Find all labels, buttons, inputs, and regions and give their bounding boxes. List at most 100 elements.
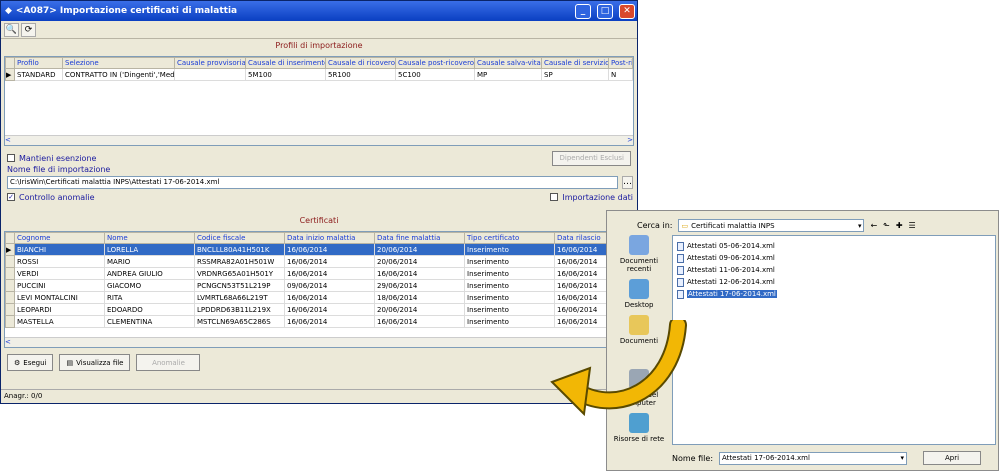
visualizza-file-button[interactable]: ▤ Visualizza file: [59, 354, 131, 371]
col-header[interactable]: Causale post-ricovero: [395, 57, 475, 69]
refresh-icon[interactable]: ⟳: [21, 23, 36, 37]
col-header[interactable]: Cognome: [14, 232, 105, 244]
cell[interactable]: RSSMRA82A01H501W: [194, 255, 285, 268]
list-item-selected[interactable]: Attestati 17-06-2014.xml: [677, 288, 991, 300]
cell[interactable]: MARIO: [104, 255, 195, 268]
cell[interactable]: MP: [474, 68, 542, 81]
cell[interactable]: 16/06/2014: [284, 315, 375, 328]
col-header[interactable]: Causale provvisoria: [174, 57, 246, 69]
list-item[interactable]: Attestati 05-06-2014.xml: [677, 240, 991, 252]
place-recent[interactable]: Documenti recenti: [611, 235, 667, 273]
cell[interactable]: 16/06/2014: [374, 267, 465, 280]
nome-file-input[interactable]: C:\IrisWin\Certificati malattia INPS\Att…: [7, 175, 618, 189]
cell[interactable]: VERDI: [14, 267, 105, 280]
cell[interactable]: 09/06/2014: [284, 279, 375, 292]
list-item[interactable]: Attestati 12-06-2014.xml: [677, 276, 991, 288]
certificati-grid[interactable]: Cognome Nome Codice fiscale Data inizio …: [4, 231, 634, 348]
chevron-down-icon[interactable]: ▾: [858, 222, 862, 230]
minimize-button[interactable]: _: [575, 3, 591, 19]
col-header[interactable]: Data fine malattia: [374, 232, 465, 244]
up-folder-icon[interactable]: ⬑: [883, 221, 890, 230]
table-row[interactable]: ▶ BIANCHI LORELLA BNCLLL80A41H501K 16/06…: [5, 243, 633, 256]
cell[interactable]: Inserimento: [464, 303, 555, 316]
horizontal-scrollbar[interactable]: <>: [5, 135, 633, 145]
cell[interactable]: 16/06/2014: [284, 255, 375, 268]
cell[interactable]: 20/06/2014: [374, 243, 465, 256]
cell[interactable]: N: [608, 68, 633, 81]
cell[interactable]: Inserimento: [464, 255, 555, 268]
esegui-button[interactable]: ⚙ Esegui: [7, 354, 54, 371]
cell[interactable]: 16/06/2014: [284, 291, 375, 304]
col-header[interactable]: Selezione: [62, 57, 175, 69]
cell[interactable]: 16/06/2014: [284, 243, 375, 256]
col-header[interactable]: Causale di ricovero: [325, 57, 396, 69]
cell[interactable]: MASTELLA: [14, 315, 105, 328]
cell[interactable]: 5C100: [395, 68, 475, 81]
cell[interactable]: LVMRTL68A66L219T: [194, 291, 285, 304]
table-row[interactable]: MASTELLA CLEMENTINA MSTCLN69A65C286S 16/…: [5, 315, 633, 328]
cell[interactable]: Inserimento: [464, 279, 555, 292]
cell[interactable]: 20/06/2014: [374, 255, 465, 268]
file-list[interactable]: Attestati 05-06-2014.xml Attestati 09-06…: [672, 235, 996, 445]
cell[interactable]: Inserimento: [464, 243, 555, 256]
browse-icon[interactable]: …: [622, 175, 633, 189]
list-item[interactable]: Attestati 11-06-2014.xml: [677, 264, 991, 276]
close-button[interactable]: ✕: [619, 3, 635, 19]
cell[interactable]: 16/06/2014: [374, 315, 465, 328]
cell[interactable]: 20/06/2014: [374, 303, 465, 316]
cell[interactable]: Inserimento: [464, 315, 555, 328]
col-header[interactable]: Causale salva-vita: [474, 57, 542, 69]
table-row[interactable]: ROSSI MARIO RSSMRA82A01H501W 16/06/2014 …: [5, 255, 633, 268]
scroll-left-icon[interactable]: <: [5, 136, 11, 145]
list-item[interactable]: Attestati 09-06-2014.xml: [677, 252, 991, 264]
maximize-button[interactable]: □: [597, 3, 613, 19]
dipendenti-esclusi-button[interactable]: Dipendenti Esclusi: [552, 150, 631, 166]
col-header[interactable]: Profilo: [14, 57, 63, 69]
col-header[interactable]: Tipo certificato: [464, 232, 555, 244]
table-row[interactable]: ▶ STANDARD CONTRATTO IN ('Dingenti','Med…: [5, 68, 633, 81]
cell[interactable]: BIANCHI: [14, 243, 105, 256]
scroll-right-icon[interactable]: >: [627, 136, 633, 145]
cell[interactable]: VRDNRG65A01H501Y: [194, 267, 285, 280]
cell[interactable]: PCNGCN53T51L219P: [194, 279, 285, 292]
cell[interactable]: SP: [541, 68, 609, 81]
checkbox-checked-icon[interactable]: ✓: [7, 193, 15, 201]
col-header[interactable]: Causale di inserimento: [245, 57, 326, 69]
anomalie-button[interactable]: Anomalie: [136, 354, 201, 371]
cell[interactable]: PUCCINI: [14, 279, 105, 292]
col-header[interactable]: Codice fiscale: [194, 232, 285, 244]
horizontal-scrollbar[interactable]: <>: [5, 337, 633, 347]
view-menu-icon[interactable]: ☰: [909, 221, 916, 230]
mantieni-checkbox[interactable]: Mantieni esenzione: [7, 154, 96, 163]
cell[interactable]: GIACOMO: [104, 279, 195, 292]
apri-button[interactable]: Apri: [923, 451, 982, 465]
chevron-down-icon[interactable]: ▾: [901, 454, 905, 462]
controllo-anomalie-checkbox[interactable]: ✓ Controllo anomalie: [7, 193, 95, 202]
cell[interactable]: RITA: [104, 291, 195, 304]
profiles-grid[interactable]: Profilo Selezione Causale provvisoria Ca…: [4, 56, 634, 146]
cell[interactable]: 5R100: [325, 68, 396, 81]
folder-select[interactable]: ▭ Certificati malattia INPS ▾: [678, 219, 865, 232]
cell[interactable]: LPDDRD63B11L219X: [194, 303, 285, 316]
cell[interactable]: 5M100: [245, 68, 326, 81]
cell[interactable]: MSTCLN69A65C286S: [194, 315, 285, 328]
place-desktop[interactable]: Desktop: [611, 279, 667, 309]
col-header[interactable]: Causale di servizio: [541, 57, 609, 69]
cell[interactable]: LORELLA: [104, 243, 195, 256]
table-row[interactable]: LEOPARDI EDOARDO LPDDRD63B11L219X 16/06/…: [5, 303, 633, 316]
cell[interactable]: STANDARD: [14, 68, 63, 81]
cell[interactable]: LEOPARDI: [14, 303, 105, 316]
checkbox-box[interactable]: [550, 193, 559, 201]
cell[interactable]: ROSSI: [14, 255, 105, 268]
filename-input[interactable]: Attestati 17-06-2014.xml ▾: [719, 451, 908, 465]
cell[interactable]: BNCLLL80A41H501K: [194, 243, 285, 256]
col-header[interactable]: Data inizio malattia: [284, 232, 375, 244]
cell[interactable]: CONTRATTO IN ('Dingenti','Med: [62, 68, 175, 81]
importazione-checkbox[interactable]: Importazione dati: [550, 193, 633, 202]
col-header[interactable]: Post-ric: [608, 57, 633, 69]
col-header[interactable]: Nome: [104, 232, 195, 244]
cell[interactable]: EDOARDO: [104, 303, 195, 316]
cell[interactable]: CLEMENTINA: [104, 315, 195, 328]
cell[interactable]: 16/06/2014: [284, 303, 375, 316]
cell[interactable]: 16/06/2014: [284, 267, 375, 280]
